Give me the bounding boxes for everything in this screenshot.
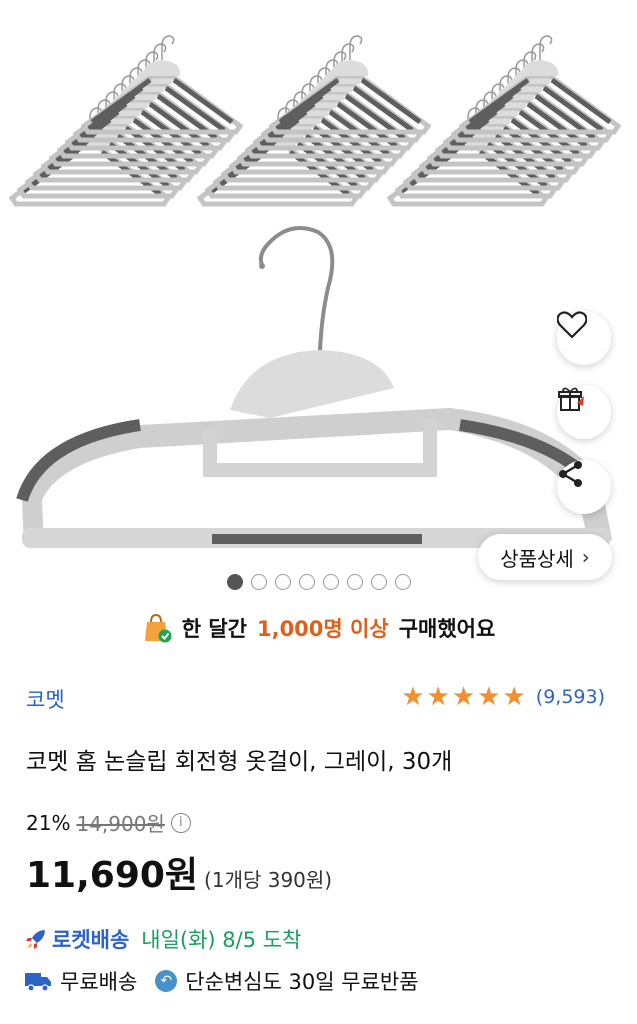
product-detail-label: 상품상세 bbox=[500, 546, 574, 571]
hanger-large bbox=[16, 226, 612, 548]
carousel-dot[interactable] bbox=[226, 574, 243, 590]
brand-link[interactable]: 코멧 bbox=[26, 684, 65, 714]
unit-price: (1개당 390원) bbox=[204, 868, 333, 892]
carousel-dot[interactable] bbox=[394, 574, 411, 590]
hanger-stack-left bbox=[12, 36, 240, 204]
rocket-delivery-info: 로켓배송 내일(화) 8/5 도착 bbox=[24, 924, 301, 954]
discount-info: 21% 14,900원 i bbox=[26, 808, 191, 837]
carousel-dot[interactable] bbox=[322, 574, 339, 590]
carousel-dot[interactable] bbox=[370, 574, 387, 590]
shopping-bag-icon bbox=[144, 613, 172, 643]
share-button[interactable] bbox=[557, 460, 611, 514]
free-shipping-label: 무료배송 bbox=[60, 970, 138, 994]
star-icon: ★ bbox=[426, 682, 450, 712]
purchase-count-banner: 한 달간 1,000명 이상 구매했어요 bbox=[0, 610, 637, 646]
purchase-count-highlight: 1,000명 이상 bbox=[256, 617, 389, 641]
product-image-gallery[interactable]: 상품상세 › bbox=[0, 0, 637, 600]
discount-rate: 21% bbox=[26, 810, 71, 835]
shipping-return-info: 무료배송 ↶ 단순변심도 30일 무료반품 bbox=[24, 966, 419, 996]
free-return-label: 단순변심도 30일 무료반품 bbox=[185, 970, 419, 994]
carousel-dot[interactable] bbox=[298, 574, 315, 590]
price-info: 11,690원 (1개당 390원) bbox=[26, 846, 332, 898]
purchase-count-suffix: 구매했어요 bbox=[398, 617, 496, 641]
like-button[interactable] bbox=[557, 311, 611, 365]
truck-icon bbox=[25, 973, 51, 992]
rating-summary[interactable]: ★ ★ ★ ★ ★ (9,593) bbox=[401, 684, 605, 710]
arrival-date: 내일(화) 8/5 도착 bbox=[141, 928, 302, 952]
star-icon: ★ bbox=[477, 682, 501, 712]
info-icon[interactable]: i bbox=[170, 812, 191, 833]
star-icon: ★ bbox=[451, 682, 476, 712]
original-price: 14,900원 bbox=[76, 812, 165, 836]
return-icon: ↶ bbox=[155, 970, 178, 992]
gift-button[interactable] bbox=[557, 385, 611, 439]
product-title: 코멧 홈 논슬립 회전형 옷걸이, 그레이, 30개 bbox=[26, 749, 453, 775]
carousel-indicator bbox=[0, 574, 637, 590]
carousel-dot[interactable] bbox=[274, 574, 291, 590]
share-icon bbox=[559, 461, 582, 487]
rocket-icon bbox=[26, 930, 45, 949]
rocket-delivery-label: 로켓배송 bbox=[52, 928, 130, 952]
hanger-stack-right bbox=[390, 36, 618, 204]
heart-icon bbox=[557, 311, 587, 339]
star-icon: ★ bbox=[502, 682, 526, 712]
star-icon: ★ bbox=[401, 682, 425, 712]
sale-price: 11,690원 bbox=[26, 855, 199, 896]
purchase-count-prefix: 한 달간 bbox=[181, 617, 247, 641]
review-count[interactable]: (9,593) bbox=[536, 686, 605, 708]
chevron-right-icon: › bbox=[581, 545, 590, 569]
carousel-dot[interactable] bbox=[250, 574, 267, 590]
product-image bbox=[0, 0, 637, 548]
gift-icon bbox=[558, 387, 584, 411]
carousel-dot[interactable] bbox=[346, 574, 363, 590]
